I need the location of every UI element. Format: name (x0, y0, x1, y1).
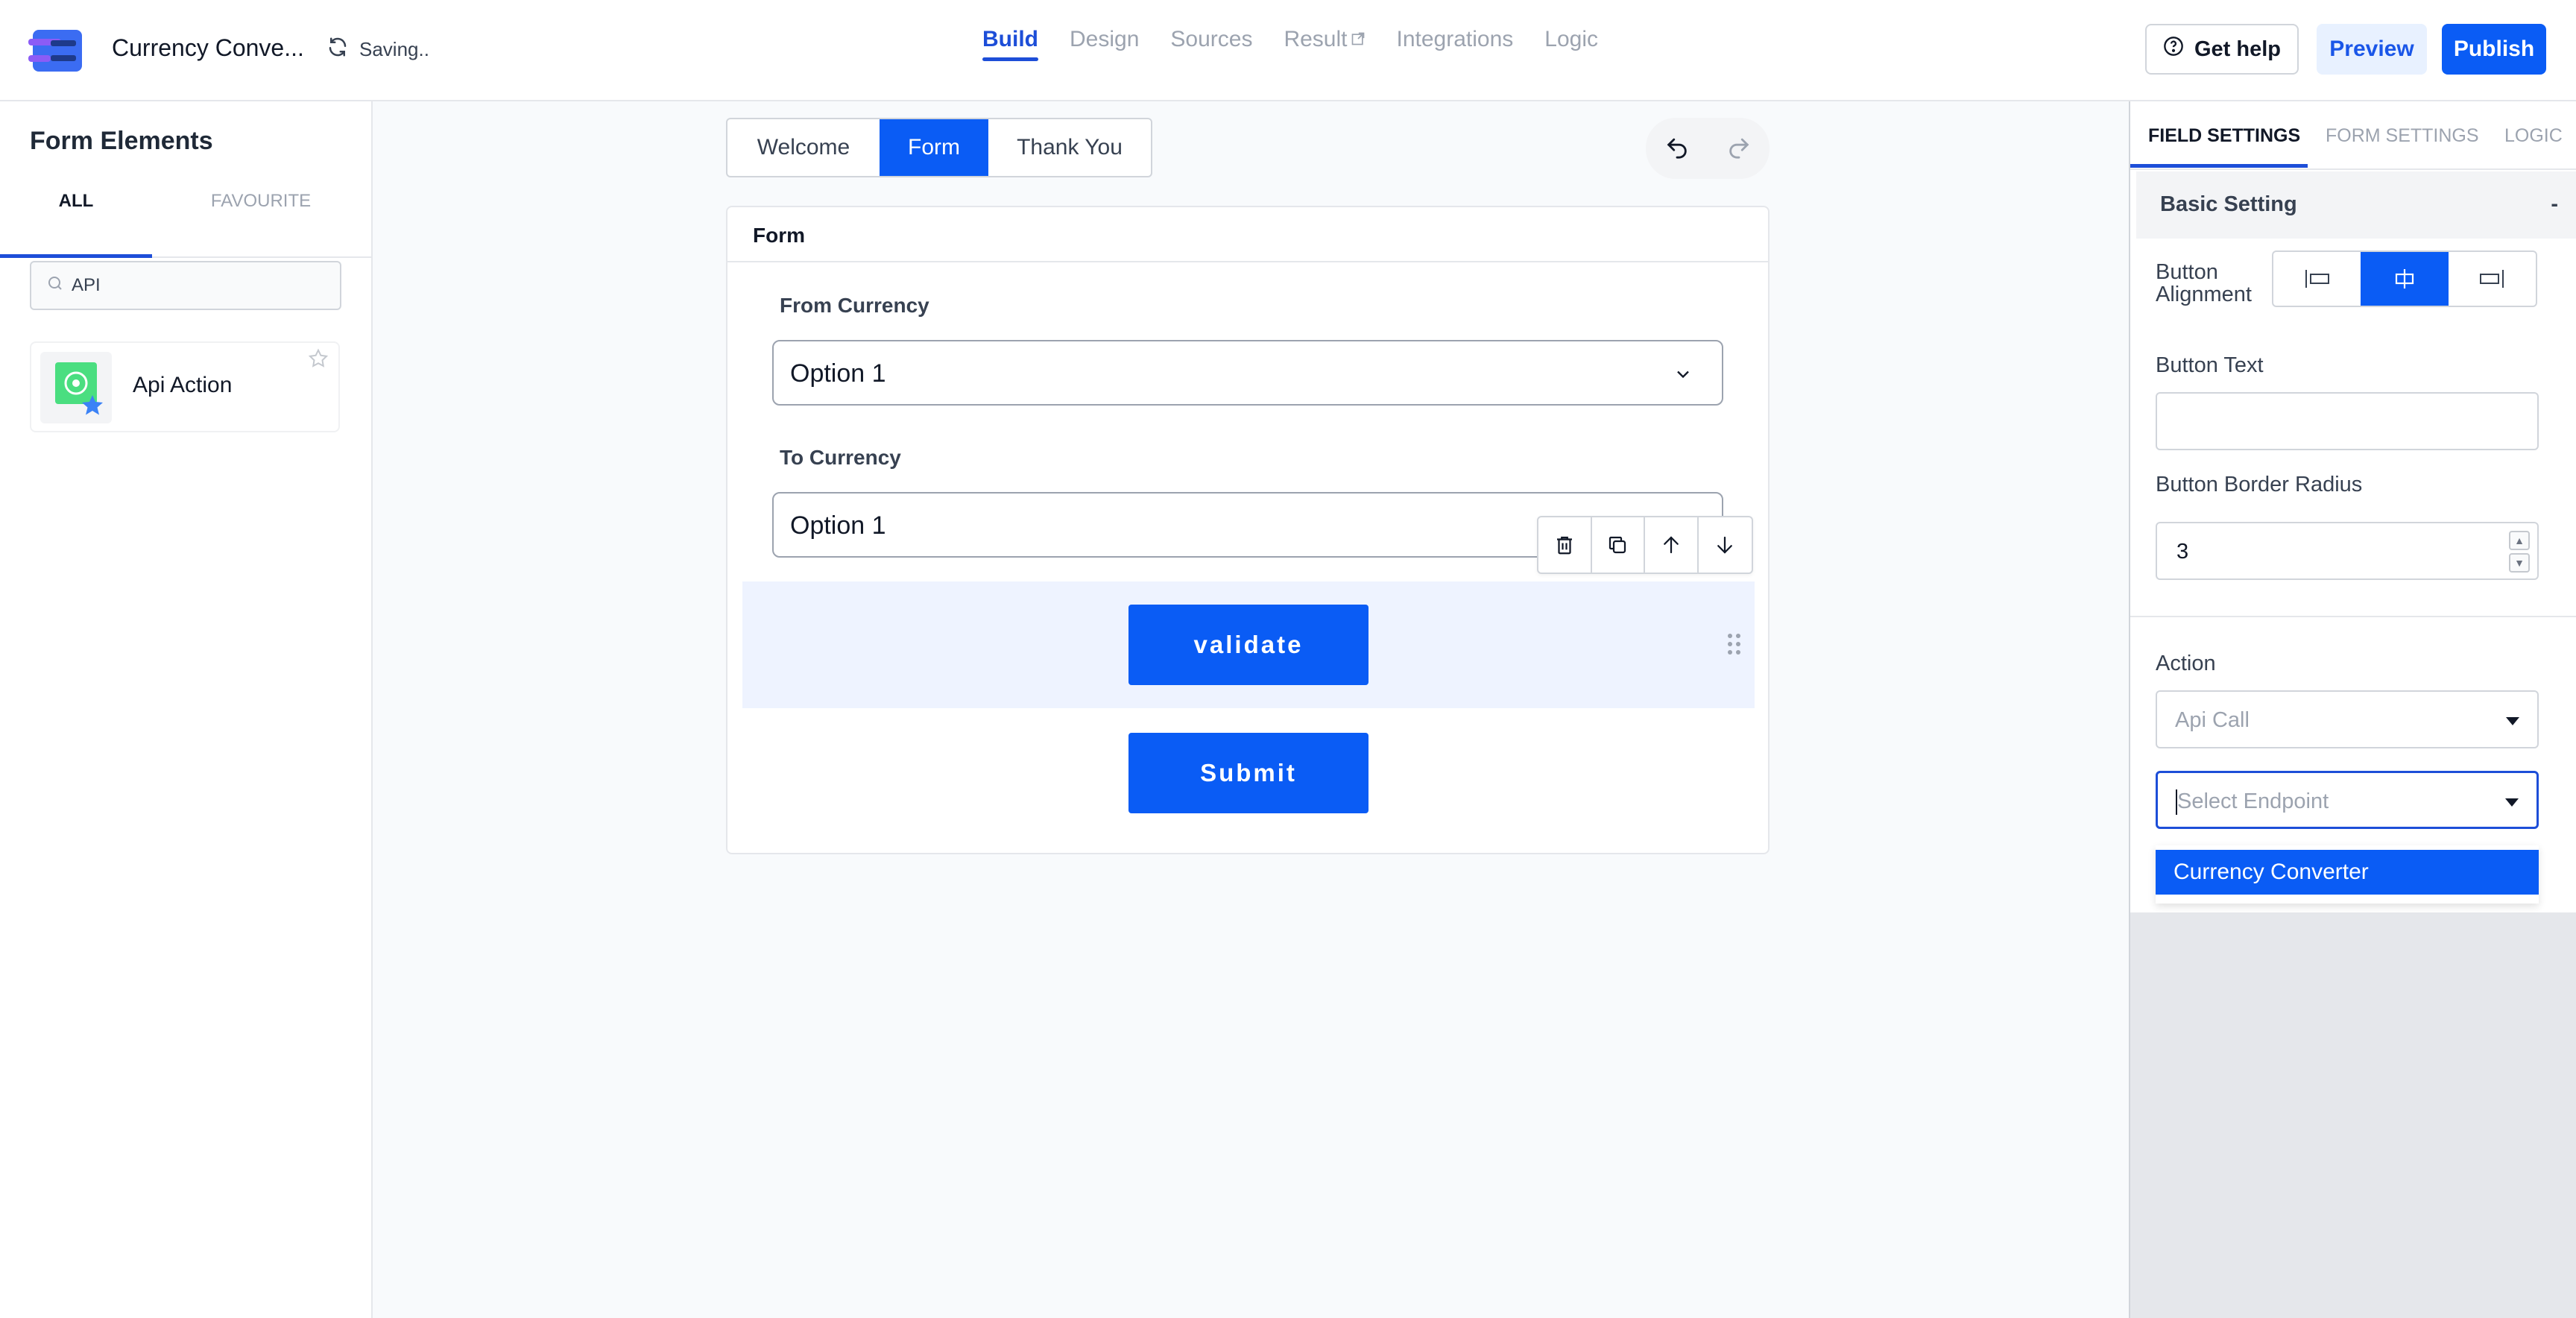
tab-design-label: Design (1070, 27, 1140, 51)
tab-integrations-label: Integrations (1396, 27, 1514, 51)
align-center-button[interactable] (2361, 252, 2449, 306)
sidebar-tabs: ALL FAVOURITE (0, 173, 373, 258)
tab-field-settings[interactable]: FIELD SETTINGS (2148, 125, 2300, 147)
endpoint-placeholder: Select Endpoint (2177, 789, 2329, 813)
tab-integrations[interactable]: Integrations (1397, 27, 1514, 61)
to-currency-value: Option 1 (790, 511, 886, 540)
chevron-down-icon (1673, 364, 1693, 388)
top-bar: Currency Conve... Saving.. Build Design … (0, 0, 2576, 101)
number-stepper: ▲ ▼ (2509, 531, 2530, 573)
form-card-title: Form (753, 224, 805, 247)
api-action-label: Api Action (133, 373, 233, 397)
from-currency-label: From Currency (780, 294, 929, 317)
align-right-button[interactable] (2449, 252, 2536, 306)
get-help-label: Get help (2194, 37, 2281, 61)
from-currency-select[interactable]: Option 1 (772, 340, 1723, 406)
form-elements-sidebar: Form Elements ALL FAVOURITE API Api Acti… (0, 101, 373, 1318)
sidebar-title: Form Elements (30, 127, 213, 155)
app-logo-icon[interactable] (28, 30, 82, 72)
tab-sources[interactable]: Sources (1170, 27, 1252, 61)
form-card-header: Form (727, 207, 1768, 262)
move-up-button[interactable] (1645, 517, 1699, 573)
get-help-button[interactable]: Get help (2145, 24, 2299, 75)
element-card-api-action[interactable]: Api Action (30, 341, 340, 432)
tab-build[interactable]: Build (982, 27, 1038, 61)
submit-button[interactable]: Submit (1128, 733, 1368, 813)
search-icon (46, 274, 64, 297)
tab-logic[interactable]: Logic (1544, 27, 1598, 61)
action-label: Action (2156, 652, 2216, 675)
tab-logic-settings[interactable]: LOGIC (2504, 125, 2563, 147)
settings-panel-content: FIELD SETTINGS FORM SETTINGS LOGIC Basic… (2130, 101, 2576, 912)
favourite-star-icon[interactable] (307, 347, 329, 373)
tab-form-settings[interactable]: FORM SETTINGS (2326, 125, 2479, 147)
basic-setting-title: Basic Setting (2160, 192, 2297, 216)
tab-sources-label: Sources (1170, 27, 1253, 51)
segment-thank-you[interactable]: Thank You (988, 119, 1151, 176)
border-radius-label: Button Border Radius (2156, 473, 2363, 496)
stepper-up-icon[interactable]: ▲ (2509, 531, 2530, 550)
endpoint-option-currency-converter[interactable]: Currency Converter (2156, 850, 2539, 895)
publish-button[interactable]: Publish (2442, 24, 2546, 75)
undo-redo-group (1646, 118, 1770, 179)
help-circle-icon (2163, 36, 2184, 63)
page-segment-tabs: Welcome Form Thank You (726, 118, 1152, 177)
border-radius-input[interactable]: 3 ▲ ▼ (2156, 522, 2539, 580)
search-value: API (72, 275, 101, 295)
action-value: Api Call (2175, 708, 2250, 732)
tab-result[interactable]: Result (1284, 27, 1365, 61)
drag-handle-icon[interactable] (1726, 632, 1743, 660)
button-text-input[interactable] (2156, 392, 2539, 450)
sync-icon (326, 36, 349, 63)
to-currency-label: To Currency (780, 446, 901, 469)
saving-status: Saving.. (326, 36, 429, 63)
segment-form[interactable]: Form (880, 119, 988, 176)
tab-build-label: Build (982, 27, 1038, 51)
action-select[interactable]: Api Call (2156, 690, 2539, 748)
undo-icon[interactable] (1664, 134, 1690, 163)
basic-setting-header[interactable]: Basic Setting - (2136, 171, 2576, 239)
collapse-icon[interactable]: - (2551, 192, 2558, 217)
active-tab-indicator (2130, 164, 2308, 168)
move-down-button[interactable] (1699, 517, 1752, 573)
redo-icon[interactable] (1726, 134, 1752, 163)
tab-all[interactable]: ALL (0, 173, 152, 258)
external-link-icon (1351, 27, 1366, 52)
tab-design[interactable]: Design (1070, 27, 1139, 61)
tab-favourite[interactable]: FAVOURITE (186, 173, 335, 258)
duplicate-button[interactable] (1592, 517, 1645, 573)
tab-logic-label: Logic (1544, 27, 1598, 51)
button-alignment-group (2272, 250, 2537, 307)
border-radius-value: 3 (2176, 540, 2189, 564)
delete-button[interactable] (1538, 517, 1592, 573)
settings-tabs: FIELD SETTINGS FORM SETTINGS LOGIC (2130, 101, 2576, 170)
from-currency-value: Option 1 (790, 359, 886, 388)
form-title[interactable]: Currency Conve... (112, 34, 304, 62)
preview-button[interactable]: Preview (2317, 24, 2427, 75)
caret-down-icon (2505, 798, 2519, 807)
field-toolbar (1537, 516, 1753, 574)
api-action-thumbnail (40, 352, 112, 423)
align-left-button[interactable] (2273, 252, 2361, 306)
button-alignment-label: Button Alignment (2156, 260, 2252, 306)
endpoint-dropdown-menu: Currency Converter (2156, 845, 2539, 904)
button-text-label: Button Text (2156, 353, 2264, 377)
endpoint-select[interactable]: Select Endpoint (2156, 771, 2539, 829)
tab-result-label: Result (1284, 27, 1348, 51)
settings-panel: FIELD SETTINGS FORM SETTINGS LOGIC Basic… (2129, 101, 2576, 1318)
search-input[interactable]: API (30, 261, 341, 310)
stepper-down-icon[interactable]: ▼ (2509, 553, 2530, 573)
section-divider (2130, 616, 2576, 617)
validate-button[interactable]: validate (1128, 605, 1368, 685)
saving-text: Saving.. (359, 38, 429, 60)
segment-welcome[interactable]: Welcome (727, 119, 880, 176)
caret-down-icon (2506, 717, 2519, 725)
main-nav: Build Design Sources Result Integrations… (982, 27, 1598, 61)
